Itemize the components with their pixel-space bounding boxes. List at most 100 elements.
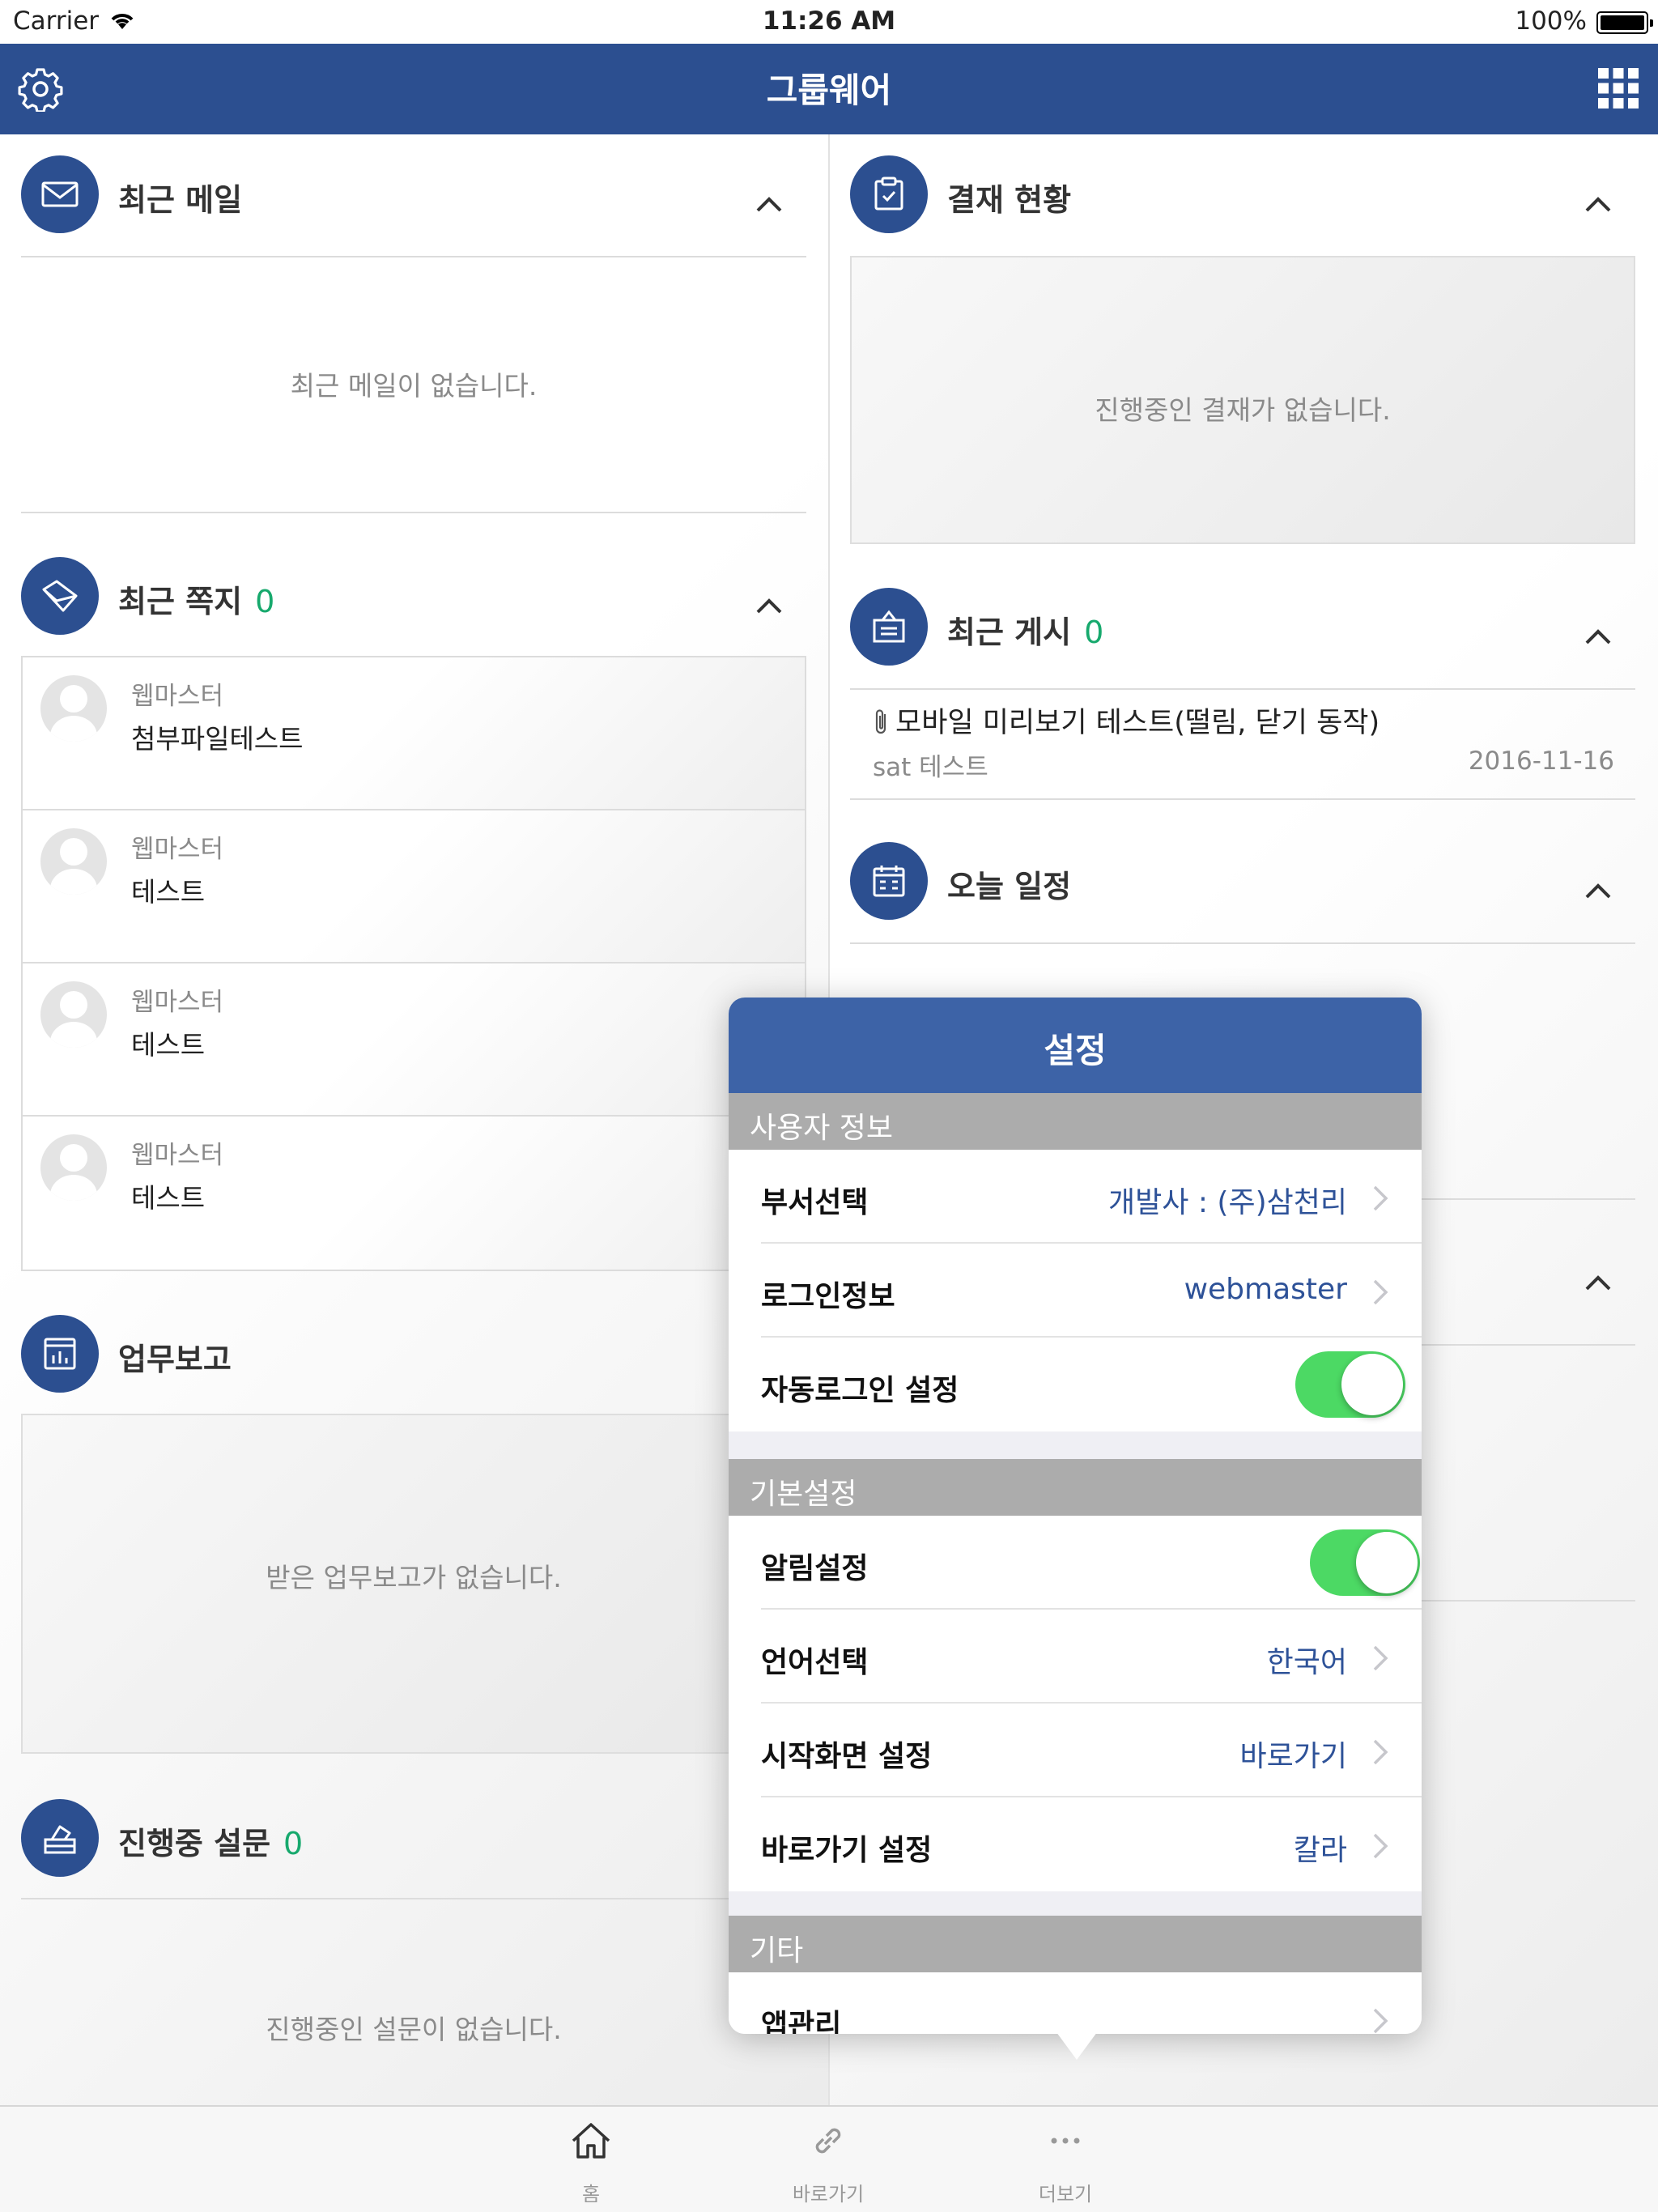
- list-item[interactable]: 모바일 미리보기 테스트(떨림, 닫기 동작) sat 테스트 2016-11-…: [850, 688, 1619, 798]
- chevron-up-icon[interactable]: [1582, 620, 1614, 653]
- recent-notes-title-text: 최근 쪽지: [118, 584, 243, 619]
- link-icon: [815, 2128, 841, 2154]
- tab-home-label: 홈: [581, 2183, 601, 2206]
- start-screen-row[interactable]: 시작화면 설정 바로가기: [729, 1704, 1422, 1797]
- board-icon: [850, 588, 928, 666]
- chevron-right-icon: [1373, 2008, 1388, 2034]
- department-select-row[interactable]: 부서선택 개발사 : (주)삼천리: [729, 1150, 1422, 1244]
- post-date: 2016-11-16: [1468, 747, 1614, 776]
- today-schedule-header[interactable]: 오늘 일정: [850, 829, 1635, 926]
- approval-title: 결재 현황: [947, 182, 1072, 218]
- row-value: 개발사 : (주)삼천리: [1108, 1186, 1347, 1219]
- tab-more[interactable]: 더보기: [984, 2118, 1146, 2206]
- avatar: [40, 828, 107, 895]
- mail-icon: [21, 155, 99, 233]
- row-label: 앱관리: [761, 2009, 842, 2034]
- tab-home[interactable]: 홈: [510, 2118, 672, 2206]
- row-value: 칼라: [1293, 1834, 1347, 1867]
- section-header-label: 기본설정: [750, 1478, 857, 1511]
- avatar: [40, 1134, 107, 1201]
- row-value: webmaster: [1184, 1273, 1347, 1306]
- divider: [21, 512, 806, 513]
- list-item[interactable]: 웹마스터 테스트: [23, 1117, 805, 1270]
- row-label: 알림설정: [761, 1552, 869, 1585]
- popover-title: 설정: [1044, 1031, 1107, 1070]
- survey-header[interactable]: 진행중 설문 0: [21, 1786, 806, 1883]
- avatar: [40, 675, 107, 742]
- chevron-right-icon: [1373, 1279, 1388, 1305]
- login-info-row[interactable]: 로그인정보 webmaster: [729, 1244, 1422, 1338]
- recent-notes-title: 최근 쪽지 0: [118, 576, 274, 621]
- row-label: 로그인정보: [761, 1280, 895, 1313]
- chevron-up-icon[interactable]: [753, 589, 785, 622]
- work-report-title: 업무보고: [118, 1342, 232, 1377]
- recent-notes-header[interactable]: 최근 쪽지 0: [21, 544, 806, 641]
- note-subject: 테스트: [131, 1182, 206, 1214]
- chevron-up-icon[interactable]: [1582, 874, 1614, 907]
- chevron-up-icon[interactable]: [753, 188, 785, 220]
- tab-more-label: 더보기: [1038, 2183, 1093, 2206]
- post-title-text: 모바일 미리보기 테스트(떨림, 닫기 동작): [895, 707, 1380, 739]
- row-label: 자동로그인 설정: [761, 1374, 959, 1407]
- list-item[interactable]: 웹마스터 테스트: [23, 963, 805, 1117]
- tab-shortcut[interactable]: 바로가기: [747, 2118, 909, 2206]
- chevron-right-icon: [1373, 1185, 1388, 1211]
- shortcut-settings-row[interactable]: 바로가기 설정 칼라: [729, 1797, 1422, 1891]
- battery-icon: [1596, 11, 1653, 34]
- envelope-icon: [21, 557, 99, 635]
- report-icon: [21, 1315, 99, 1393]
- row-label: 언어선택: [761, 1646, 869, 1679]
- divider: [850, 942, 1635, 944]
- approval-empty: 진행중인 결재가 없습니다.: [1095, 394, 1391, 426]
- recent-posts-count: 0: [1084, 615, 1104, 650]
- notification-row: 알림설정: [729, 1516, 1422, 1610]
- work-report-empty: 받은 업무보고가 없습니다.: [266, 1562, 562, 1593]
- section-user-info: 사용자 정보: [729, 1093, 1422, 1150]
- row-value: 바로가기: [1239, 1740, 1347, 1773]
- survey-empty: 진행중인 설문이 없습니다.: [266, 2014, 562, 2045]
- home-icon: [572, 2123, 610, 2159]
- language-row[interactable]: 언어선택 한국어: [729, 1610, 1422, 1704]
- note-sender: 웹마스터: [131, 682, 224, 711]
- work-report-header[interactable]: 업무보고: [21, 1302, 806, 1399]
- notification-toggle[interactable]: [1310, 1529, 1420, 1596]
- recent-posts-title-text: 최근 게시: [947, 615, 1072, 650]
- recent-mail-empty: 최근 메일이 없습니다.: [290, 370, 538, 402]
- app-management-row[interactable]: 앱관리: [729, 1972, 1422, 2034]
- recent-posts-title: 최근 게시 0: [947, 607, 1103, 652]
- row-value: 한국어: [1266, 1646, 1347, 1679]
- clipboard-icon: [850, 155, 928, 233]
- row-label: 부서선택: [761, 1186, 869, 1219]
- chevron-right-icon: [1373, 1833, 1388, 1859]
- post-author: sat 테스트: [873, 753, 988, 782]
- ballot-box-icon: [21, 1799, 99, 1877]
- list-item[interactable]: 웹마스터 테스트: [23, 810, 805, 963]
- tab-shortcut-label: 바로가기: [792, 2183, 865, 2206]
- recent-mail-header[interactable]: 최근 메일: [21, 143, 806, 240]
- section-basic-settings: 기본설정: [729, 1459, 1422, 1516]
- recent-posts-header[interactable]: 최근 게시 0: [850, 575, 1635, 672]
- survey-count: 0: [283, 1826, 304, 1861]
- survey-title-text: 진행중 설문: [118, 1826, 271, 1861]
- chevron-right-icon: [1373, 1739, 1388, 1765]
- section-etc: 기타: [729, 1916, 1422, 1972]
- settings-popover: 설정 사용자 정보 부서선택 개발사 : (주)삼천리 로그인정보 webmas…: [729, 998, 1422, 2034]
- row-label: 시작화면 설정: [761, 1740, 933, 1773]
- chevron-right-icon: [1373, 1645, 1388, 1671]
- battery-percent: 100%: [1515, 6, 1587, 36]
- approval-header[interactable]: 결재 현황: [850, 143, 1635, 240]
- list-item[interactable]: 웹마스터 첨부파일테스트: [23, 657, 805, 810]
- note-sender: 웹마스터: [131, 835, 224, 864]
- nav-bar: 그룹웨어: [0, 44, 1658, 134]
- notes-list: 웹마스터 첨부파일테스트 웹마스터 테스트 웹마스터 테스트 웹마스터 테스트: [21, 656, 806, 1271]
- note-subject: 테스트: [131, 876, 206, 908]
- chevron-up-icon[interactable]: [1582, 1266, 1614, 1299]
- chevron-up-icon[interactable]: [1582, 188, 1614, 220]
- section-header-label: 기타: [750, 1934, 804, 1967]
- post-title: 모바일 미리보기 테스트(떨림, 닫기 동작): [873, 700, 1380, 741]
- paperclip-icon: [875, 709, 886, 734]
- auto-login-toggle[interactable]: [1295, 1351, 1405, 1418]
- grid-icon[interactable]: [1596, 66, 1640, 110]
- note-subject: 테스트: [131, 1029, 206, 1061]
- recent-mail-title: 최근 메일: [118, 182, 243, 218]
